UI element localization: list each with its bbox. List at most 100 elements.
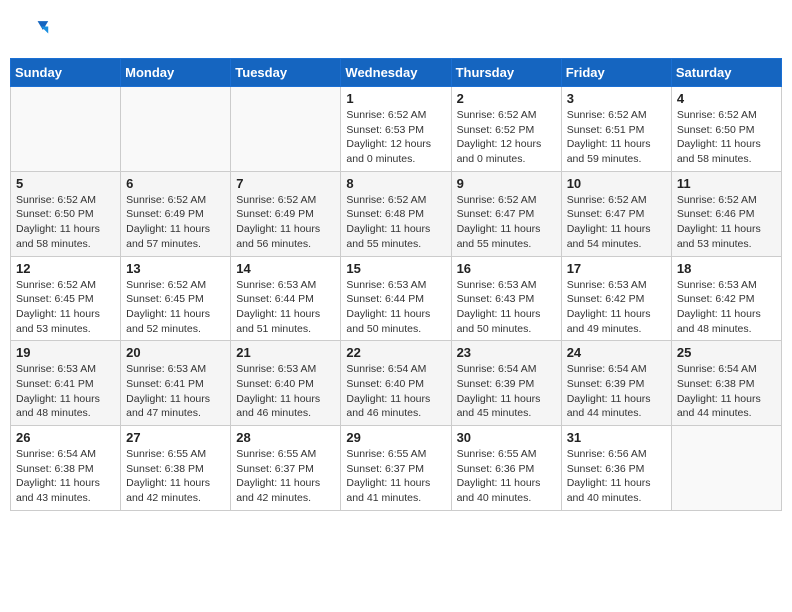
day-number: 3 (567, 91, 666, 106)
calendar-cell: 20 Sunrise: 6:53 AM Sunset: 6:41 PM Dayli… (121, 341, 231, 426)
calendar-cell: 30 Sunrise: 6:55 AM Sunset: 6:36 PM Dayli… (451, 426, 561, 511)
calendar-cell: 13Sunrise: 6:52 AM Sunset: 6:45 PM Dayli… (121, 256, 231, 341)
day-number: 30 (457, 430, 556, 445)
calendar-cell: 21 Sunrise: 6:53 AM Sunset: 6:40 PM Dayli… (231, 341, 341, 426)
day-number: 27 (126, 430, 225, 445)
day-info: Sunrise: 6:52 AM Sunset: 6:51 PM Dayligh… (567, 108, 666, 167)
calendar-cell: 25 Sunrise: 6:54 AM Sunset: 6:38 PM Dayli… (671, 341, 781, 426)
day-info: Sunrise: 6:52 AM Sunset: 6:53 PM Dayligh… (346, 108, 445, 167)
day-info: Sunrise: 6:54 AM Sunset: 6:38 PM Dayligh… (16, 447, 115, 506)
calendar-cell: 17 Sunrise: 6:53 AM Sunset: 6:42 PM Dayli… (561, 256, 671, 341)
day-info: Sunrise: 6:52 AM Sunset: 6:48 PM Dayligh… (346, 193, 445, 252)
calendar-cell: 31 Sunrise: 6:56 AM Sunset: 6:36 PM Dayli… (561, 426, 671, 511)
day-info: Sunrise: 6:55 AM Sunset: 6:36 PM Dayligh… (457, 447, 556, 506)
day-info: Sunrise: 6:53 AM Sunset: 6:42 PM Dayligh… (567, 278, 666, 337)
calendar-week-3: 12 Sunrise: 6:52 AM Sunset: 6:45 PM Dayli… (11, 256, 782, 341)
day-info: Sunrise: 6:52 AM Sunset: 6:45 PM Dayligh… (16, 278, 115, 337)
day-info: Sunrise: 6:54 AM Sunset: 6:38 PM Dayligh… (677, 362, 776, 421)
day-info: Sunrise: 6:52 AM Sunset: 6:47 PM Dayligh… (567, 193, 666, 252)
day-number: 2 (457, 91, 556, 106)
day-number: 1 (346, 91, 445, 106)
day-number: 5 (16, 176, 115, 191)
calendar-cell (671, 426, 781, 511)
calendar-cell: 19 Sunrise: 6:53 AM Sunset: 6:41 PM Dayli… (11, 341, 121, 426)
weekday-header-monday: Monday (121, 59, 231, 87)
day-number: 18 (677, 261, 776, 276)
day-info: Sunrise: 6:55 AM Sunset: 6:38 PM Dayligh… (126, 447, 225, 506)
day-info: Sunrise: 6:56 AM Sunset: 6:36 PM Dayligh… (567, 447, 666, 506)
day-number: 8 (346, 176, 445, 191)
calendar-cell: 18 Sunrise: 6:53 AM Sunset: 6:42 PM Dayli… (671, 256, 781, 341)
day-info: Sunrise: 6:52 AM Sunset: 6:49 PM Dayligh… (236, 193, 335, 252)
weekday-header-sunday: Sunday (11, 59, 121, 87)
day-number: 17 (567, 261, 666, 276)
calendar-header-row: SundayMondayTuesdayWednesdayThursdayFrid… (11, 59, 782, 87)
weekday-header-friday: Friday (561, 59, 671, 87)
calendar-cell: 1 Sunrise: 6:52 AM Sunset: 6:53 PM Daylig… (341, 87, 451, 172)
calendar-cell: 16 Sunrise: 6:53 AM Sunset: 6:43 PM Dayli… (451, 256, 561, 341)
day-number: 20 (126, 345, 225, 360)
day-number: 25 (677, 345, 776, 360)
day-info: Sunrise: 6:53 AM Sunset: 6:42 PM Dayligh… (677, 278, 776, 337)
calendar-cell (11, 87, 121, 172)
calendar-week-4: 19 Sunrise: 6:53 AM Sunset: 6:41 PM Dayli… (11, 341, 782, 426)
logo-icon (18, 14, 50, 46)
calendar-body: 1 Sunrise: 6:52 AM Sunset: 6:53 PM Daylig… (11, 87, 782, 511)
calendar-cell: 24 Sunrise: 6:54 AM Sunset: 6:39 PM Dayli… (561, 341, 671, 426)
weekday-header-saturday: Saturday (671, 59, 781, 87)
day-number: 21 (236, 345, 335, 360)
day-info: Sunrise: 6:53 AM Sunset: 6:41 PM Dayligh… (126, 362, 225, 421)
day-number: 9 (457, 176, 556, 191)
calendar-cell: 14Sunrise: 6:53 AM Sunset: 6:44 PM Dayli… (231, 256, 341, 341)
calendar-week-1: 1 Sunrise: 6:52 AM Sunset: 6:53 PM Daylig… (11, 87, 782, 172)
calendar-table: SundayMondayTuesdayWednesdayThursdayFrid… (10, 58, 782, 511)
calendar-cell: 29 Sunrise: 6:55 AM Sunset: 6:37 PM Dayli… (341, 426, 451, 511)
page-header (10, 10, 782, 50)
day-number: 15 (346, 261, 445, 276)
calendar-cell: 2 Sunrise: 6:52 AM Sunset: 6:52 PM Daylig… (451, 87, 561, 172)
day-info: Sunrise: 6:52 AM Sunset: 6:52 PM Dayligh… (457, 108, 556, 167)
day-number: 6 (126, 176, 225, 191)
calendar-cell: 10 Sunrise: 6:52 AM Sunset: 6:47 PM Dayli… (561, 171, 671, 256)
day-number: 31 (567, 430, 666, 445)
day-info: Sunrise: 6:53 AM Sunset: 6:43 PM Dayligh… (457, 278, 556, 337)
weekday-header-thursday: Thursday (451, 59, 561, 87)
day-number: 19 (16, 345, 115, 360)
day-number: 28 (236, 430, 335, 445)
calendar-cell: 27 Sunrise: 6:55 AM Sunset: 6:38 PM Dayli… (121, 426, 231, 511)
day-info: Sunrise: 6:54 AM Sunset: 6:39 PM Dayligh… (567, 362, 666, 421)
day-number: 26 (16, 430, 115, 445)
day-info: Sunrise: 6:55 AM Sunset: 6:37 PM Dayligh… (346, 447, 445, 506)
day-number: 22 (346, 345, 445, 360)
calendar-cell: 15 Sunrise: 6:53 AM Sunset: 6:44 PM Dayli… (341, 256, 451, 341)
calendar-cell: 7Sunrise: 6:52 AM Sunset: 6:49 PM Daylig… (231, 171, 341, 256)
calendar-cell (231, 87, 341, 172)
day-info: Sunrise: 6:52 AM Sunset: 6:50 PM Dayligh… (677, 108, 776, 167)
day-info: Sunrise: 6:54 AM Sunset: 6:39 PM Dayligh… (457, 362, 556, 421)
day-number: 16 (457, 261, 556, 276)
calendar-cell: 12 Sunrise: 6:52 AM Sunset: 6:45 PM Dayli… (11, 256, 121, 341)
logo (18, 14, 52, 46)
day-number: 11 (677, 176, 776, 191)
day-info: Sunrise: 6:52 AM Sunset: 6:46 PM Dayligh… (677, 193, 776, 252)
day-info: Sunrise: 6:54 AM Sunset: 6:40 PM Dayligh… (346, 362, 445, 421)
day-number: 12 (16, 261, 115, 276)
day-info: Sunrise: 6:53 AM Sunset: 6:44 PM Dayligh… (346, 278, 445, 337)
day-number: 24 (567, 345, 666, 360)
calendar-week-5: 26 Sunrise: 6:54 AM Sunset: 6:38 PM Dayli… (11, 426, 782, 511)
day-info: Sunrise: 6:52 AM Sunset: 6:50 PM Dayligh… (16, 193, 115, 252)
calendar-cell: 22 Sunrise: 6:54 AM Sunset: 6:40 PM Dayli… (341, 341, 451, 426)
day-info: Sunrise: 6:53 AM Sunset: 6:41 PM Dayligh… (16, 362, 115, 421)
day-info: Sunrise: 6:52 AM Sunset: 6:47 PM Dayligh… (457, 193, 556, 252)
calendar-cell: 6Sunrise: 6:52 AM Sunset: 6:49 PM Daylig… (121, 171, 231, 256)
calendar-cell: 28Sunrise: 6:55 AM Sunset: 6:37 PM Dayli… (231, 426, 341, 511)
day-info: Sunrise: 6:53 AM Sunset: 6:40 PM Dayligh… (236, 362, 335, 421)
day-number: 14 (236, 261, 335, 276)
calendar-cell: 3 Sunrise: 6:52 AM Sunset: 6:51 PM Daylig… (561, 87, 671, 172)
day-number: 10 (567, 176, 666, 191)
day-number: 29 (346, 430, 445, 445)
weekday-header-wednesday: Wednesday (341, 59, 451, 87)
calendar-cell: 11 Sunrise: 6:52 AM Sunset: 6:46 PM Dayli… (671, 171, 781, 256)
calendar-cell (121, 87, 231, 172)
day-number: 23 (457, 345, 556, 360)
